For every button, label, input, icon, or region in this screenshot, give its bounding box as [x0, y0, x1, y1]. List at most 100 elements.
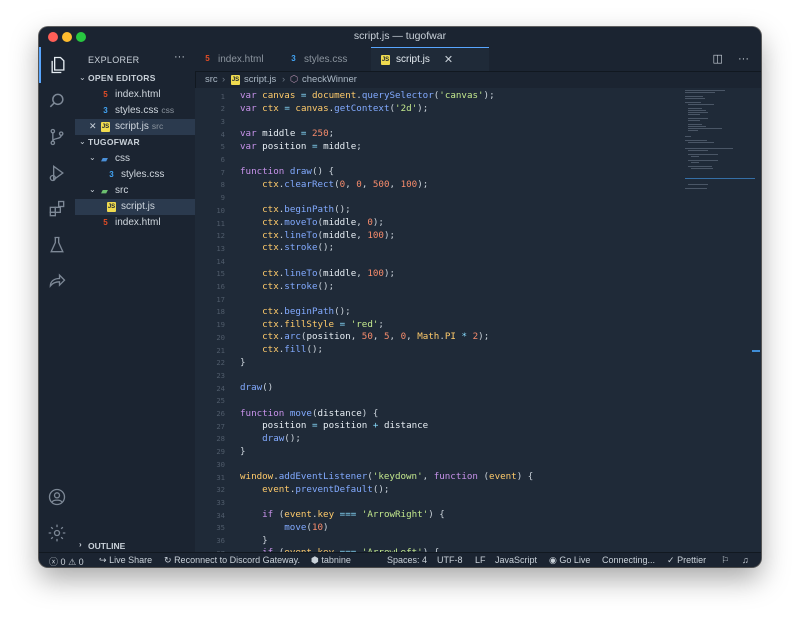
js-file-icon: JS [107, 202, 116, 212]
live-share-icon[interactable] [39, 263, 75, 299]
close-icon[interactable]: ✕ [89, 121, 97, 132]
eol-status[interactable]: LF [475, 555, 486, 565]
code-line[interactable]: if (event.key === 'ArrowRight') { [240, 509, 445, 520]
code-line[interactable]: window.addEventListener('keydown', funct… [240, 471, 533, 482]
split-editor-icon[interactable]: ◫ [713, 53, 723, 65]
chevron-down-icon: ⌄ [79, 137, 86, 146]
testing-flask-icon[interactable] [39, 227, 75, 263]
activity-bar [39, 47, 75, 552]
go-live-button[interactable]: ◉ Go Live [549, 555, 590, 566]
code-editor[interactable]: 1 2 3 4 5 6 7 8 9 10 11 12 13 14 15 16 17 18 19 20 21 22 23 24 2… [195, 88, 761, 552]
code-line[interactable]: draw() [240, 382, 273, 393]
code-line[interactable]: function draw() { [240, 166, 334, 177]
chevron-right-icon: › [79, 540, 82, 549]
tab-styles-css[interactable]: 3 styles.css [289, 47, 369, 71]
line-number: 26 [216, 409, 225, 418]
html-file-icon: 5 [103, 90, 108, 99]
account-icon[interactable] [39, 479, 75, 515]
extensions-icon[interactable] [39, 191, 75, 227]
outline-section[interactable]: › OUTLINE [75, 539, 195, 552]
folder-icon: ▰ [101, 154, 108, 164]
indentation-status[interactable]: Spaces: 4 [387, 555, 427, 565]
scrollbar-marker[interactable] [752, 350, 760, 352]
tabnine-status[interactable]: ⬢ tabnine [311, 555, 351, 566]
code-line[interactable]: position = position + distance [240, 420, 428, 431]
js-file-icon: JS [381, 54, 390, 65]
status-bar: ⓧ 0 ⚠ 0 ↪ Live Share ↻ Reconnect to Disc… [39, 552, 761, 567]
open-editors-section[interactable]: ⌄ OPEN EDITORS [75, 71, 195, 87]
line-number: 16 [216, 282, 225, 291]
code-line[interactable]: move(10) [240, 522, 328, 533]
folder-css[interactable]: ⌄ ▰ css [75, 151, 195, 167]
code-line[interactable]: draw(); [240, 433, 301, 444]
editor-tabs: 5 index.html 3 styles.css JS script.js ✕… [195, 47, 761, 72]
tab-index-html[interactable]: 5 index.html [203, 47, 285, 71]
code-line[interactable]: ctx.arc(position, 50, 5, 0, Math.PI * 2)… [240, 331, 489, 342]
line-number: 32 [216, 485, 225, 495]
notifications-bell-icon[interactable]: ♫ [742, 555, 749, 565]
chevron-right-icon: › [282, 74, 286, 85]
code-line[interactable]: ctx.lineTo(middle, 100); [240, 268, 395, 279]
code-line[interactable]: } [240, 446, 246, 457]
live-share-status[interactable]: ↪ Live Share [99, 555, 152, 566]
code-line[interactable]: var canvas = document.querySelector('can… [240, 90, 495, 101]
line-number: 8 [220, 180, 225, 190]
source-control-icon[interactable] [39, 119, 75, 155]
explorer-sidebar: EXPLORER ··· ⌄ OPEN EDITORS 5 index.html… [75, 47, 196, 552]
tab-script-js[interactable]: JS script.js ✕ [371, 47, 489, 71]
code-line[interactable]: ctx.beginPath(); [240, 306, 351, 317]
project-section[interactable]: ⌄ TUGOFWAR [75, 135, 195, 151]
line-number: 2 [220, 104, 225, 114]
code-line[interactable]: ctx.stroke(); [240, 242, 334, 253]
line-number: 7 [220, 167, 225, 177]
explorer-more-icon[interactable]: ··· [174, 51, 185, 63]
problems-indicator[interactable]: ⓧ 0 ⚠ 0 [49, 555, 84, 567]
line-number: 4 [220, 129, 225, 139]
code-line[interactable]: ctx.lineTo(middle, 100); [240, 230, 395, 241]
line-number: 34 [216, 510, 225, 520]
open-editor-item-active[interactable]: ✕ JS script.js src [75, 119, 195, 135]
code-line[interactable]: event.preventDefault(); [240, 484, 389, 495]
folder-src[interactable]: ⌄ ▰ src [75, 183, 195, 199]
connecting-status[interactable]: Connecting... [602, 555, 655, 565]
run-debug-icon[interactable] [39, 155, 75, 191]
code-line[interactable]: ctx.moveTo(middle, 0); [240, 217, 384, 228]
open-editor-item[interactable]: 5 index.html [75, 87, 195, 103]
file-script-js[interactable]: JS script.js [75, 199, 195, 215]
code-line[interactable]: var ctx = canvas.getContext('2d'); [240, 103, 428, 114]
code-line[interactable]: ctx.stroke(); [240, 281, 334, 292]
code-line[interactable]: var position = middle; [240, 141, 362, 152]
tabnine-icon: ⬢ [311, 555, 319, 565]
code-line[interactable]: ctx.fillStyle = 'red'; [240, 319, 384, 330]
code-line[interactable]: ctx.clearRect(0, 0, 500, 100); [240, 179, 428, 190]
manage-gear-icon[interactable] [39, 515, 75, 551]
file-styles-css[interactable]: 3 styles.css [75, 167, 195, 183]
code-line[interactable]: } [240, 535, 268, 546]
breadcrumb-folder[interactable]: src [205, 74, 218, 85]
symbol-cube-icon: ⬡ [290, 74, 299, 85]
explorer-icon[interactable] [39, 47, 75, 83]
language-mode[interactable]: JavaScript [495, 555, 537, 565]
prettier-status[interactable]: ✓ Prettier [667, 555, 706, 566]
encoding-status[interactable]: UTF-8 [437, 555, 463, 565]
chevron-down-icon: ⌄ [79, 73, 86, 82]
breadcrumb-symbol[interactable]: checkWinner [302, 74, 357, 85]
search-icon[interactable] [39, 83, 75, 119]
discord-status[interactable]: ↻ Reconnect to Discord Gateway. [164, 555, 300, 566]
feedback-icon[interactable]: ⚐ [721, 555, 729, 566]
line-number: 24 [216, 383, 225, 393]
more-actions-icon[interactable]: ··· [738, 53, 749, 65]
code-line[interactable]: var middle = 250; [240, 128, 334, 139]
line-number: 6 [220, 155, 225, 164]
code-line[interactable]: ctx.beginPath(); [240, 204, 351, 215]
line-number: 36 [216, 536, 225, 545]
open-editor-item[interactable]: 3 styles.css css [75, 103, 195, 119]
line-number: 22 [216, 358, 225, 368]
minimap[interactable] [685, 88, 755, 208]
breadcrumb-file[interactable]: script.js [244, 74, 276, 85]
code-line[interactable]: ctx.fill(); [240, 344, 323, 355]
file-index-html[interactable]: 5 index.html [75, 215, 195, 231]
code-line[interactable]: } [240, 357, 246, 368]
code-line[interactable]: function move(distance) { [240, 408, 378, 419]
close-tab-icon[interactable]: ✕ [444, 53, 453, 66]
